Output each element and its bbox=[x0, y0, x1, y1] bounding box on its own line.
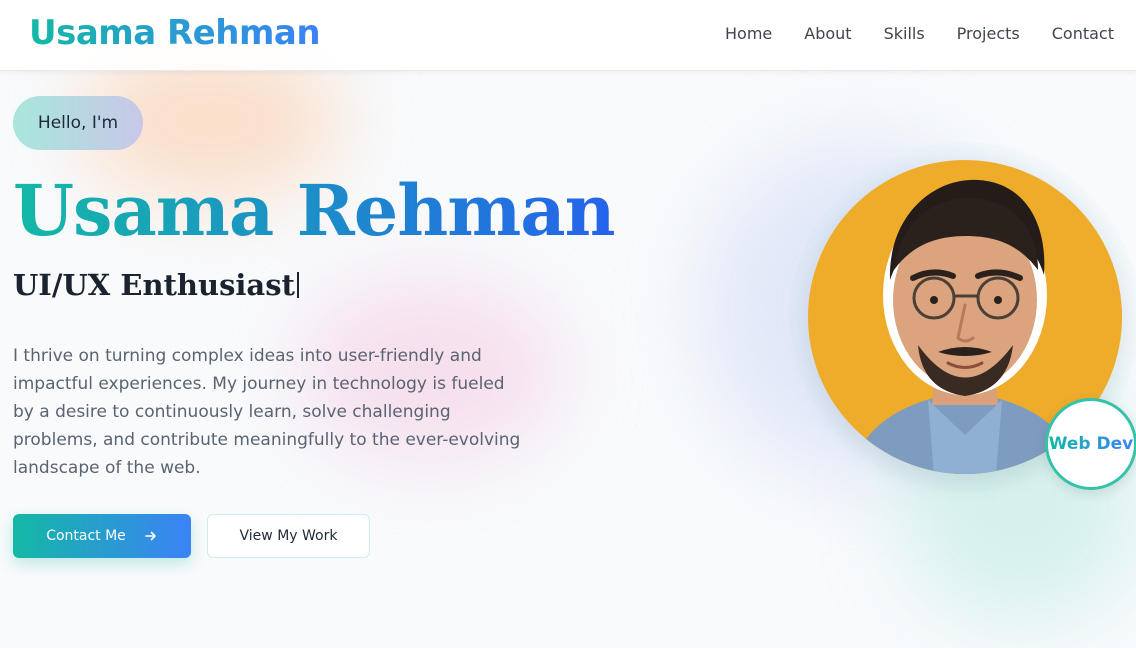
greeting-pill: Hello, I'm bbox=[13, 96, 143, 150]
hero-description: I thrive on turning complex ideas into u… bbox=[13, 346, 521, 478]
nav-link-home[interactable]: Home bbox=[725, 24, 772, 43]
view-my-work-button[interactable]: View My Work bbox=[207, 514, 370, 558]
nav-link-about[interactable]: About bbox=[804, 24, 851, 43]
badge-label: Web Dev bbox=[1048, 434, 1134, 454]
nav-link-contact[interactable]: Contact bbox=[1052, 24, 1114, 43]
web-dev-badge: Web Dev bbox=[1045, 398, 1136, 490]
contact-me-button[interactable]: Contact Me bbox=[13, 514, 191, 558]
main-nav: Home About Skills Projects Contact bbox=[725, 24, 1114, 43]
hero-name: Usama Rehman bbox=[13, 166, 616, 256]
greeting-text: Hello, I'm bbox=[37, 113, 119, 133]
contact-me-label: Contact Me bbox=[46, 528, 126, 544]
typing-cursor bbox=[296, 272, 299, 298]
site-logo[interactable]: Usama Rehman bbox=[29, 13, 321, 53]
role-text: UI/UX Enthusiast bbox=[13, 268, 295, 302]
nav-link-skills[interactable]: Skills bbox=[884, 24, 925, 43]
nav-link-projects[interactable]: Projects bbox=[957, 24, 1020, 43]
site-header: Usama Rehman Home About Skills Projects … bbox=[0, 0, 1136, 71]
arrow-right-icon bbox=[145, 531, 156, 541]
page: Usama Rehman Home About Skills Projects … bbox=[0, 0, 1136, 648]
role-heading: UI/UX Enthusiast bbox=[13, 268, 299, 302]
view-my-work-label: View My Work bbox=[239, 528, 338, 544]
